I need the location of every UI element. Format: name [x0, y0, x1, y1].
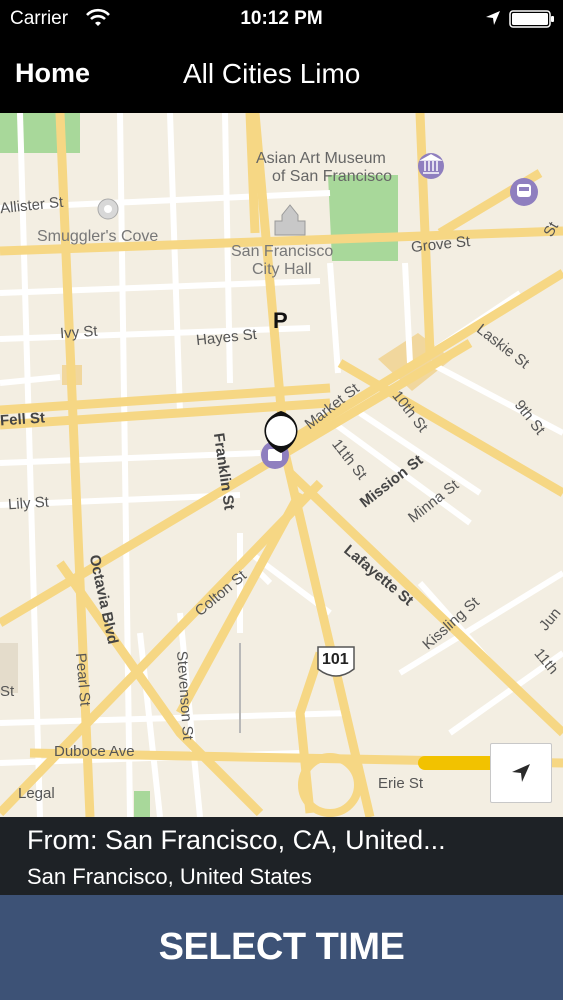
- street-label: Fell St: [0, 409, 46, 430]
- street-label: Grove St: [410, 232, 471, 257]
- location-services-icon: [486, 11, 500, 25]
- page-title: All Cities Limo: [183, 58, 361, 89]
- street-label: Market St: [301, 380, 363, 433]
- street-label: Hayes St: [195, 325, 258, 350]
- street-label: Erie St: [378, 775, 424, 792]
- from-address-subtitle: San Francisco, United States: [27, 864, 312, 889]
- status-bar: Carrier 10:12 PM: [0, 0, 563, 38]
- street-label: St: [0, 683, 15, 700]
- map-labels: Asian Art Museum of San Francisco Allist…: [0, 113, 563, 817]
- home-back-button[interactable]: Home: [15, 58, 90, 89]
- location-arrow-icon: [512, 764, 530, 782]
- street-label: 11th St: [328, 435, 371, 484]
- street-label: Legal: [18, 785, 55, 802]
- street-label: Stevenson St: [173, 650, 197, 741]
- poi-label: of San Francisco: [272, 168, 393, 185]
- street-label: 10th St: [388, 387, 432, 436]
- poi-label: Smuggler's Cove: [37, 228, 159, 245]
- select-time-button[interactable]: SELECT TIME: [0, 895, 563, 1000]
- street-label: Franklin St: [209, 431, 238, 512]
- street-label: Allister St: [0, 193, 65, 218]
- pin-letter: P: [273, 308, 288, 333]
- navigation-bar: Home All Cities Limo: [0, 38, 563, 113]
- poi-label: San Francisco: [231, 243, 334, 260]
- street-label: Lafayette St: [340, 541, 417, 610]
- street-label: Mission St: [356, 451, 427, 512]
- from-address: From: San Francisco, CA, United...: [27, 825, 446, 855]
- street-label: Jun: [535, 604, 563, 635]
- poi-label: City Hall: [252, 261, 312, 278]
- street-label: 9th St: [510, 396, 549, 439]
- street-label: Minna St: [405, 476, 463, 527]
- current-location-button[interactable]: [490, 743, 552, 803]
- status-time: 10:12 PM: [240, 8, 323, 29]
- highway-route-number: 101: [322, 651, 349, 668]
- street-label: Laskie St: [473, 320, 533, 373]
- street-label: Octavia Blvd: [85, 553, 122, 646]
- street-label: Lily St: [7, 493, 50, 514]
- pickup-address-panel[interactable]: From: San Francisco, CA, United... San F…: [0, 817, 563, 895]
- street-label: Pearl St: [71, 652, 94, 707]
- battery-icon: [509, 10, 554, 28]
- street-label: Duboce Ave: [54, 743, 135, 760]
- street-label: St: [540, 219, 563, 240]
- poi-label: Asian Art Museum: [256, 150, 386, 167]
- street-label: 11th: [530, 645, 562, 678]
- street-label: Colton St: [191, 567, 250, 620]
- street-label: Kissling St: [419, 593, 483, 654]
- map-view[interactable]: Asian Art Museum of San Francisco Allist…: [0, 113, 563, 817]
- street-label: Ivy St: [59, 322, 99, 343]
